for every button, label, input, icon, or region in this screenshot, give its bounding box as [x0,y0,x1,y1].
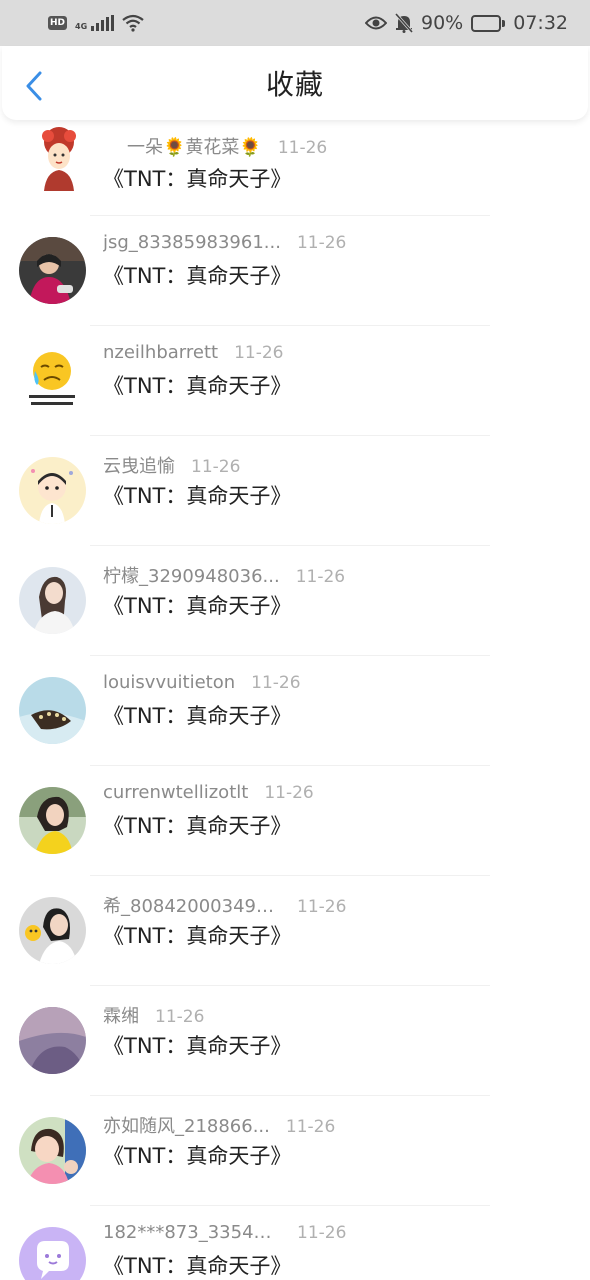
username: jsg_83385983961... [103,232,281,253]
username: 一朵🌻黄花菜🌻 [127,137,262,158]
username: currenwtellizotlt [103,782,249,803]
item-title: 《TNT：真命天子》 [103,1034,292,1058]
item-title: 《TNT：真命天子》 [103,704,292,728]
list-item[interactable]: currenwtellizotlt 11-26 《TNT：真命天子》 [0,766,590,876]
item-meta: 182***873_33544... 11-26 [103,1222,346,1243]
hd-badge: HD [48,16,68,30]
avatar[interactable] [19,677,86,744]
username: 云曳追愉 [103,456,175,477]
list-item[interactable]: jsg_83385983961... 11-26 《TNT：真命天子》 [0,216,590,326]
avatar[interactable] [19,1117,86,1184]
date: 11-26 [191,457,241,477]
avatar[interactable] [19,787,86,854]
date: 11-26 [285,1117,336,1137]
eye-icon [365,16,387,30]
username: 希_808420003493... [103,896,281,917]
avatar[interactable] [19,567,86,634]
avatar[interactable] [19,1007,86,1074]
list-item[interactable]: 柠檬_3290948036... 11-26 《TNT：真命天子》 [0,546,590,656]
item-meta: 希_808420003493... 11-26 [103,892,346,918]
item-title: 《TNT：真命天子》 [103,1144,292,1168]
status-bar: HD 4G 90% 07:32 [0,0,590,46]
list-item[interactable]: louisvvuitieton 11-26 《TNT：真命天子》 [0,656,590,766]
favorites-list: 一朵🌻黄花菜🌻 11-26 《TNT：真命天子》 jsg_83385983961… [0,120,590,1280]
status-bar-left: HD 4G [48,14,144,32]
date: 11-26 [251,673,301,693]
item-title: 《TNT：真命天子》 [103,264,292,288]
item-title: 《TNT：真命天子》 [103,924,292,948]
username: nzeilhbarrett [103,342,219,363]
item-meta: louisvvuitieton 11-26 [103,672,301,693]
signal-icon [91,15,115,31]
list-item[interactable]: nzeilhbarrett 11-26 《TNT：真命天子》 [0,326,590,436]
battery-icon [471,14,506,32]
avatar[interactable] [19,457,86,524]
network-type-label: 4G [75,22,88,31]
battery-percent: 90% [421,12,464,34]
date: 11-26 [277,138,328,158]
username: 霖缃 [103,1006,139,1027]
item-title: 《TNT：真命天子》 [103,1254,292,1278]
avatar[interactable] [19,1227,86,1280]
list-item[interactable]: 霖缃 11-26 《TNT：真命天子》 [0,986,590,1096]
item-meta: jsg_83385983961... 11-26 [103,232,346,253]
item-title: 《TNT：真命天子》 [103,374,292,398]
avatar[interactable] [26,124,93,191]
item-title: 《TNT：真命天子》 [103,814,292,838]
status-bar-right: 90% 07:32 [365,12,568,34]
avatar[interactable] [19,347,86,414]
list-item[interactable]: 云曳追愉 11-26 《TNT：真命天子》 [0,436,590,546]
item-meta: nzeilhbarrett 11-26 [103,342,283,363]
date: 11-26 [297,897,347,917]
item-meta: 亦如随风_218866... 11-26 [103,1112,335,1138]
chevron-left-icon [26,71,42,101]
date: 11-26 [295,567,346,587]
list-item[interactable]: 一朵🌻黄花菜🌻 11-26 《TNT：真命天子》 [0,120,590,216]
item-meta: 云曳追愉 11-26 [103,452,240,478]
date: 11-26 [296,233,347,253]
item-title: 《TNT：真命天子》 [103,484,292,508]
nav-bar: 收藏 [2,46,588,120]
username: louisvvuitieton [103,672,236,693]
page-title: 收藏 [265,68,324,101]
list-item[interactable]: 182***873_33544... 11-26 《TNT：真命天子》 [0,1206,590,1280]
back-button[interactable] [18,68,50,104]
wifi-icon [122,14,144,32]
username: 亦如随风_218866... [103,1116,270,1137]
username: 柠檬_3290948036... [103,566,280,587]
list-item[interactable]: 希_808420003493... 11-26 《TNT：真命天子》 [0,876,590,986]
list-item[interactable]: 亦如随风_218866... 11-26 《TNT：真命天子》 [0,1096,590,1206]
date: 11-26 [155,1007,205,1027]
bell-off-icon [395,13,413,33]
clock: 07:32 [513,12,568,34]
item-meta: 一朵🌻黄花菜🌻 11-26 [127,133,327,159]
date: 11-26 [234,343,284,363]
date: 11-26 [264,783,314,803]
avatar[interactable] [19,237,86,304]
item-meta: 霖缃 11-26 [103,1002,204,1028]
item-title: 《TNT：真命天子》 [103,594,292,618]
date: 11-26 [297,1223,347,1243]
avatar[interactable] [19,897,86,964]
item-title: 《TNT：真命天子》 [103,167,292,191]
item-meta: 柠檬_3290948036... 11-26 [103,562,345,588]
username: 182***873_33544... [103,1222,281,1243]
item-meta: currenwtellizotlt 11-26 [103,782,314,803]
